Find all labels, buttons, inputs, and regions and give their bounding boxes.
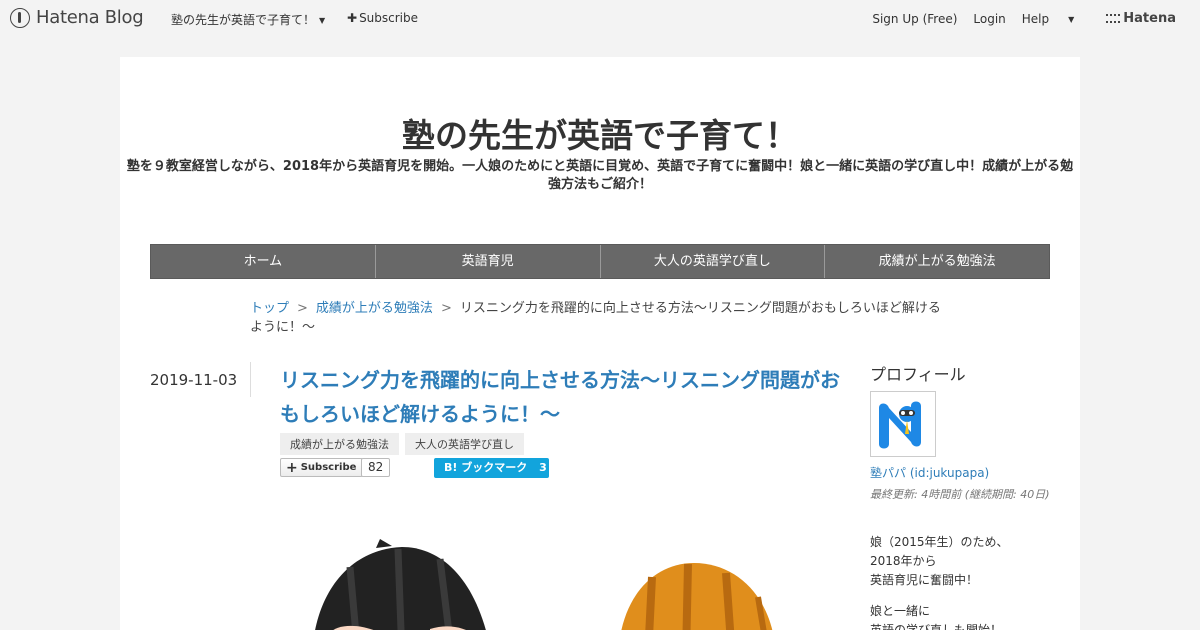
hatena-pen-icon [10,7,30,28]
subscribe-top-label: Subscribe [359,11,419,25]
blog-switch-label: 塾の先生が英語で子育て！ [171,13,316,27]
hatena-blog-logo[interactable]: Hatena Blog [10,7,144,28]
profile-heading: プロフィール [870,365,966,384]
bio-line: 英語育児に奮闘中！ [870,573,979,587]
subscribe-top-button[interactable]: ✚ Subscribe [347,11,418,25]
help-menu[interactable]: Help ▼ [1022,12,1091,26]
subscribe-button[interactable]: + Subscribe [280,458,364,477]
blog-switch-menu[interactable]: 塾の先生が英語で子育て！ ▼ [171,11,325,28]
breadcrumb-category[interactable]: 成績が上がる勉強法 [316,301,433,316]
signup-link[interactable]: Sign Up (Free) [872,12,957,26]
blog-title[interactable]: 塾の先生が英語で子育て！ [120,109,1080,157]
category-tag[interactable]: 成績が上がる勉強法 [280,433,399,455]
last-updated: 最終更新: 4時間前 (継続期間: 40日) [870,488,1050,501]
blog-description: 塾を９教室経営しながら、2018年から英語育児を開始。一人娘のためにと英語に目覚… [126,159,1074,192]
avatar[interactable] [870,391,936,457]
blog-container: 塾の先生が英語で子育て！ 塾を９教室経営しながら、2018年から英語育児を開始。… [120,57,1080,630]
global-header: Hatena Blog 塾の先生が英語で子育て！ ▼ ✚ Subscribe Sig… [0,0,1200,36]
nav-item-study-methods[interactable]: 成績が上がる勉強法 [825,245,1049,278]
subscriber-count: 82 [361,458,391,477]
bookmark-count: 3 [539,461,547,474]
bio-line: 娘（2015年生）のため、 [870,535,1009,549]
hatena-brand-icon [1106,14,1121,23]
global-nav: ホーム 英語育児 大人の英語学び直し 成績が上がる勉強法 [150,244,1050,279]
plus-icon: + [286,459,298,476]
entry-title[interactable]: リスニング力を飛躍的に向上させる方法～リスニング問題がおもしろいほど解けるように… [280,363,840,431]
breadcrumb: トップ > 成績が上がる勉強法 > リスニング力を飛躍的に向上させる方法～リスニング問題… [250,299,950,337]
bio-line: 娘と一緒に [870,604,931,618]
entry-categories: 成績が上がる勉強法 大人の英語学び直し [280,433,524,455]
breadcrumb-separator: > [440,301,452,316]
breadcrumb-top[interactable]: トップ [250,301,289,316]
login-link[interactable]: Login [973,12,1005,26]
category-tag[interactable]: 大人の英語学び直し [405,433,524,455]
plus-icon: ✚ [347,11,358,25]
hatena-bookmark-button[interactable]: B! ブックマーク 3 [434,458,549,478]
eyecatch-illustration [280,537,860,630]
date-divider [250,362,251,397]
hatena-bookmark-icon: B! [444,461,458,474]
help-label: Help [1021,11,1050,26]
account-nav: Sign Up (Free) Login Help ▼ Hatena [872,11,1200,26]
nav-item-english-parenting[interactable]: 英語育児 [376,245,601,278]
bio-line: 2018年から [870,554,937,568]
hatena-brand-label: Hatena [1123,11,1176,26]
subscribe-label: Subscribe [300,462,357,473]
hatena-brand-link[interactable]: Hatena [1106,11,1192,26]
chevron-down-icon: ▼ [319,16,326,25]
bio-line: 英語の学び直しも開始！ [870,623,1003,630]
profile-bio: 娘（2015年生）のため、 2018年から 英語育児に奮闘中！ 娘と一緒に 英語… [870,533,1050,630]
nav-item-home[interactable]: ホーム [151,245,376,278]
entry-date[interactable]: 2019-11-03 [150,371,237,389]
bookmark-label: ブックマーク [461,461,528,474]
profile-name-link[interactable]: 塾パパ (id:jukupapa) [870,464,989,481]
logo-text: Hatena Blog [36,7,144,28]
nav-item-adult-english[interactable]: 大人の英語学び直し [601,245,826,278]
chevron-down-icon: ▼ [1068,14,1075,24]
breadcrumb-separator: > [297,301,308,316]
person-illustration-right [621,563,773,630]
bio-line [870,590,1050,602]
person-illustration-left [315,539,486,630]
